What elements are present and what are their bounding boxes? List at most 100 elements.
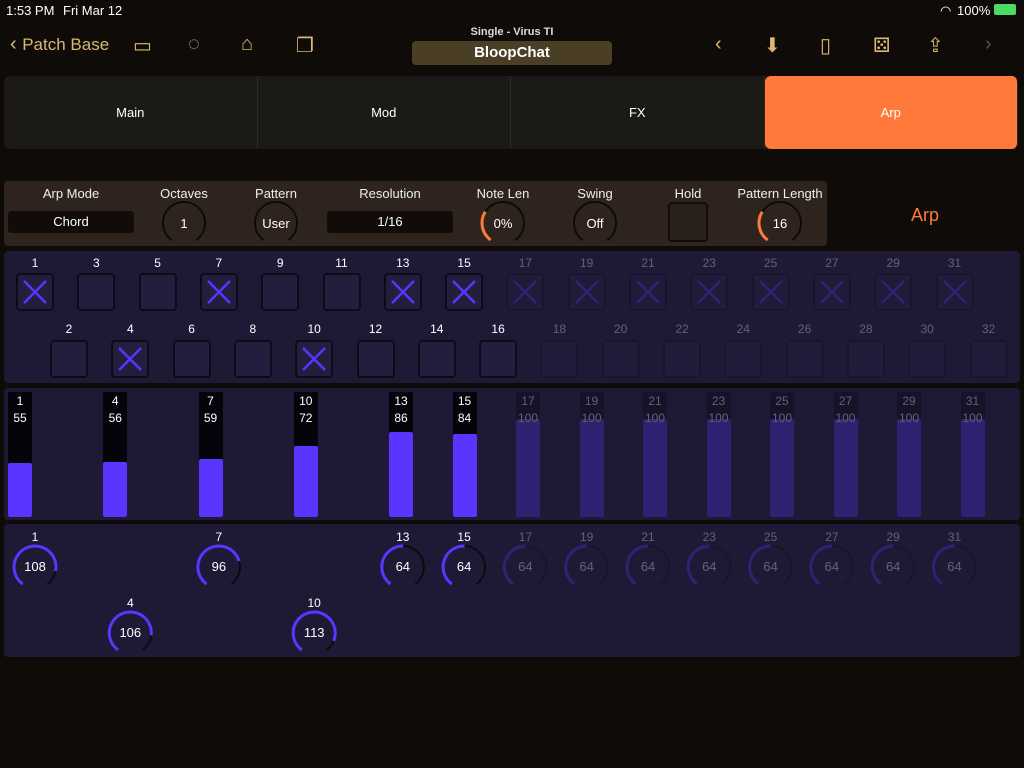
x-mark-icon xyxy=(118,347,143,371)
velocity-fill xyxy=(452,434,477,517)
length-step-number: 10 xyxy=(307,596,321,610)
velocity-bar-7[interactable]: 7 59 xyxy=(198,392,223,517)
step-toggle-16[interactable] xyxy=(479,340,518,378)
step-toggle-10[interactable] xyxy=(295,340,334,378)
length-value: 64 xyxy=(456,559,472,574)
step-number: 9 xyxy=(276,256,284,270)
velocity-bar-17[interactable]: 17 100 xyxy=(516,392,540,517)
status-date: Fri Mar 12 xyxy=(63,3,123,18)
tab-bar: Main Mod FX Arp xyxy=(4,76,1018,149)
step-toggle-15[interactable] xyxy=(445,273,484,311)
status-time: 1:53 PM xyxy=(6,3,55,18)
step-toggle-2[interactable] xyxy=(50,340,88,378)
patch-name[interactable]: BloopChat xyxy=(412,41,612,65)
length-step-number: 31 xyxy=(947,530,962,544)
step-toggle-26[interactable] xyxy=(785,340,824,378)
velocity-bar-25[interactable]: 25 100 xyxy=(770,392,794,517)
velocity-bar-21[interactable]: 21 100 xyxy=(643,392,667,517)
length-value: 64 xyxy=(763,559,778,574)
step-toggle-24[interactable] xyxy=(724,340,763,378)
step-number: 12 xyxy=(368,322,383,336)
step-toggle-29[interactable] xyxy=(874,273,913,311)
back-label: Patch Base xyxy=(22,35,110,54)
x-mark-icon xyxy=(758,280,783,304)
keyboard-download-icon[interactable]: ⬇ xyxy=(764,33,781,58)
step-toggle-3[interactable] xyxy=(77,273,116,311)
step-toggle-20[interactable] xyxy=(601,340,640,378)
windows-icon[interactable]: ▭ xyxy=(133,33,152,58)
piano-icon[interactable]: ⌂ xyxy=(241,33,253,56)
tab-fx[interactable]: FX xyxy=(511,76,765,149)
length-step-number: 17 xyxy=(518,530,533,544)
velocity-bar-27[interactable]: 27 100 xyxy=(833,392,858,517)
velocity-label: 7 59 xyxy=(203,394,218,425)
midi-icon[interactable]: ◌ xyxy=(188,33,200,56)
tab-main[interactable]: Main xyxy=(4,76,258,149)
length-value: 108 xyxy=(24,559,46,574)
step-number: 11 xyxy=(335,256,348,270)
velocity-bar-19[interactable]: 19 100 xyxy=(579,392,604,517)
step-toggle-13[interactable] xyxy=(383,273,422,311)
step-toggle-11[interactable] xyxy=(322,273,361,311)
velocity-fill xyxy=(770,418,794,517)
velocity-fill xyxy=(706,418,731,517)
arp-params-panel: Arp Mode Chord Octaves Pattern Resolutio… xyxy=(4,181,827,246)
step-toggle-14[interactable] xyxy=(417,340,456,378)
pattern-length-knob[interactable]: 16 xyxy=(760,217,800,231)
share-icon[interactable]: ⇪ xyxy=(927,33,944,58)
velocity-bar-10[interactable]: 10 72 xyxy=(293,392,318,517)
step-toggle-31[interactable] xyxy=(935,273,974,311)
step-toggle-7[interactable] xyxy=(199,273,238,311)
step-toggle-27[interactable] xyxy=(812,273,851,311)
length-step-number: 7 xyxy=(215,530,223,544)
velocity-bar-1[interactable]: 1 55 xyxy=(8,392,32,517)
step-toggle-19[interactable] xyxy=(567,273,606,311)
prev-icon[interactable]: ‹ xyxy=(715,33,722,56)
velocity-bar-23[interactable]: 23 100 xyxy=(706,392,731,517)
length-value: 106 xyxy=(119,625,142,640)
step-toggle-4[interactable] xyxy=(111,340,150,378)
dice-icon[interactable]: ⚄ xyxy=(873,33,890,58)
step-toggle-5[interactable] xyxy=(138,273,177,311)
next-icon[interactable]: › xyxy=(985,33,992,56)
swing-knob[interactable]: Off xyxy=(575,217,615,231)
step-number: 4 xyxy=(126,322,134,336)
length-step-number: 13 xyxy=(396,530,410,544)
step-toggle-32[interactable] xyxy=(969,340,1008,378)
step-number: 7 xyxy=(215,256,223,270)
velocity-bar-13[interactable]: 13 86 xyxy=(389,392,413,517)
step-toggle-18[interactable] xyxy=(540,340,579,378)
step-toggle-1[interactable] xyxy=(16,273,54,311)
step-toggle-17[interactable] xyxy=(506,273,545,311)
step-toggle-30[interactable] xyxy=(908,340,947,378)
velocity-bar-29[interactable]: 29 100 xyxy=(897,392,921,517)
velocity-fill xyxy=(103,461,128,517)
step-toggle-28[interactable] xyxy=(846,340,885,378)
step-toggle-12[interactable] xyxy=(356,340,395,378)
x-mark-icon xyxy=(942,280,967,304)
tab-arp[interactable]: Arp xyxy=(764,76,1018,149)
step-toggle-9[interactable] xyxy=(261,273,300,311)
pattern-knob[interactable]: User xyxy=(256,217,296,231)
step-number: 22 xyxy=(675,322,689,336)
step-number: 8 xyxy=(249,322,257,336)
step-toggle-8[interactable] xyxy=(233,340,272,378)
document-icon[interactable]: ▯ xyxy=(820,33,831,58)
copy-icon[interactable]: ❐ xyxy=(296,33,314,58)
velocity-bar-15[interactable]: 15 84 xyxy=(452,392,477,517)
step-number: 18 xyxy=(552,322,567,336)
step-toggle-22[interactable] xyxy=(663,340,701,378)
step-number: 32 xyxy=(981,322,996,336)
step-toggle-23[interactable] xyxy=(690,273,729,311)
step-toggle-21[interactable] xyxy=(629,273,667,311)
step-number: 6 xyxy=(188,322,195,336)
octaves-knob[interactable]: 1 xyxy=(164,217,204,231)
velocity-bar-31[interactable]: 31 100 xyxy=(960,392,985,517)
velocity-bar-4[interactable]: 4 56 xyxy=(103,392,128,517)
tab-mod[interactable]: Mod xyxy=(258,76,511,149)
step-toggle-6[interactable] xyxy=(172,340,211,378)
step-toggle-25[interactable] xyxy=(751,273,790,311)
note-len-knob[interactable]: 0% xyxy=(483,217,523,231)
back-button[interactable]: ‹ Patch Base xyxy=(10,33,109,56)
step-number: 1 xyxy=(31,256,39,270)
